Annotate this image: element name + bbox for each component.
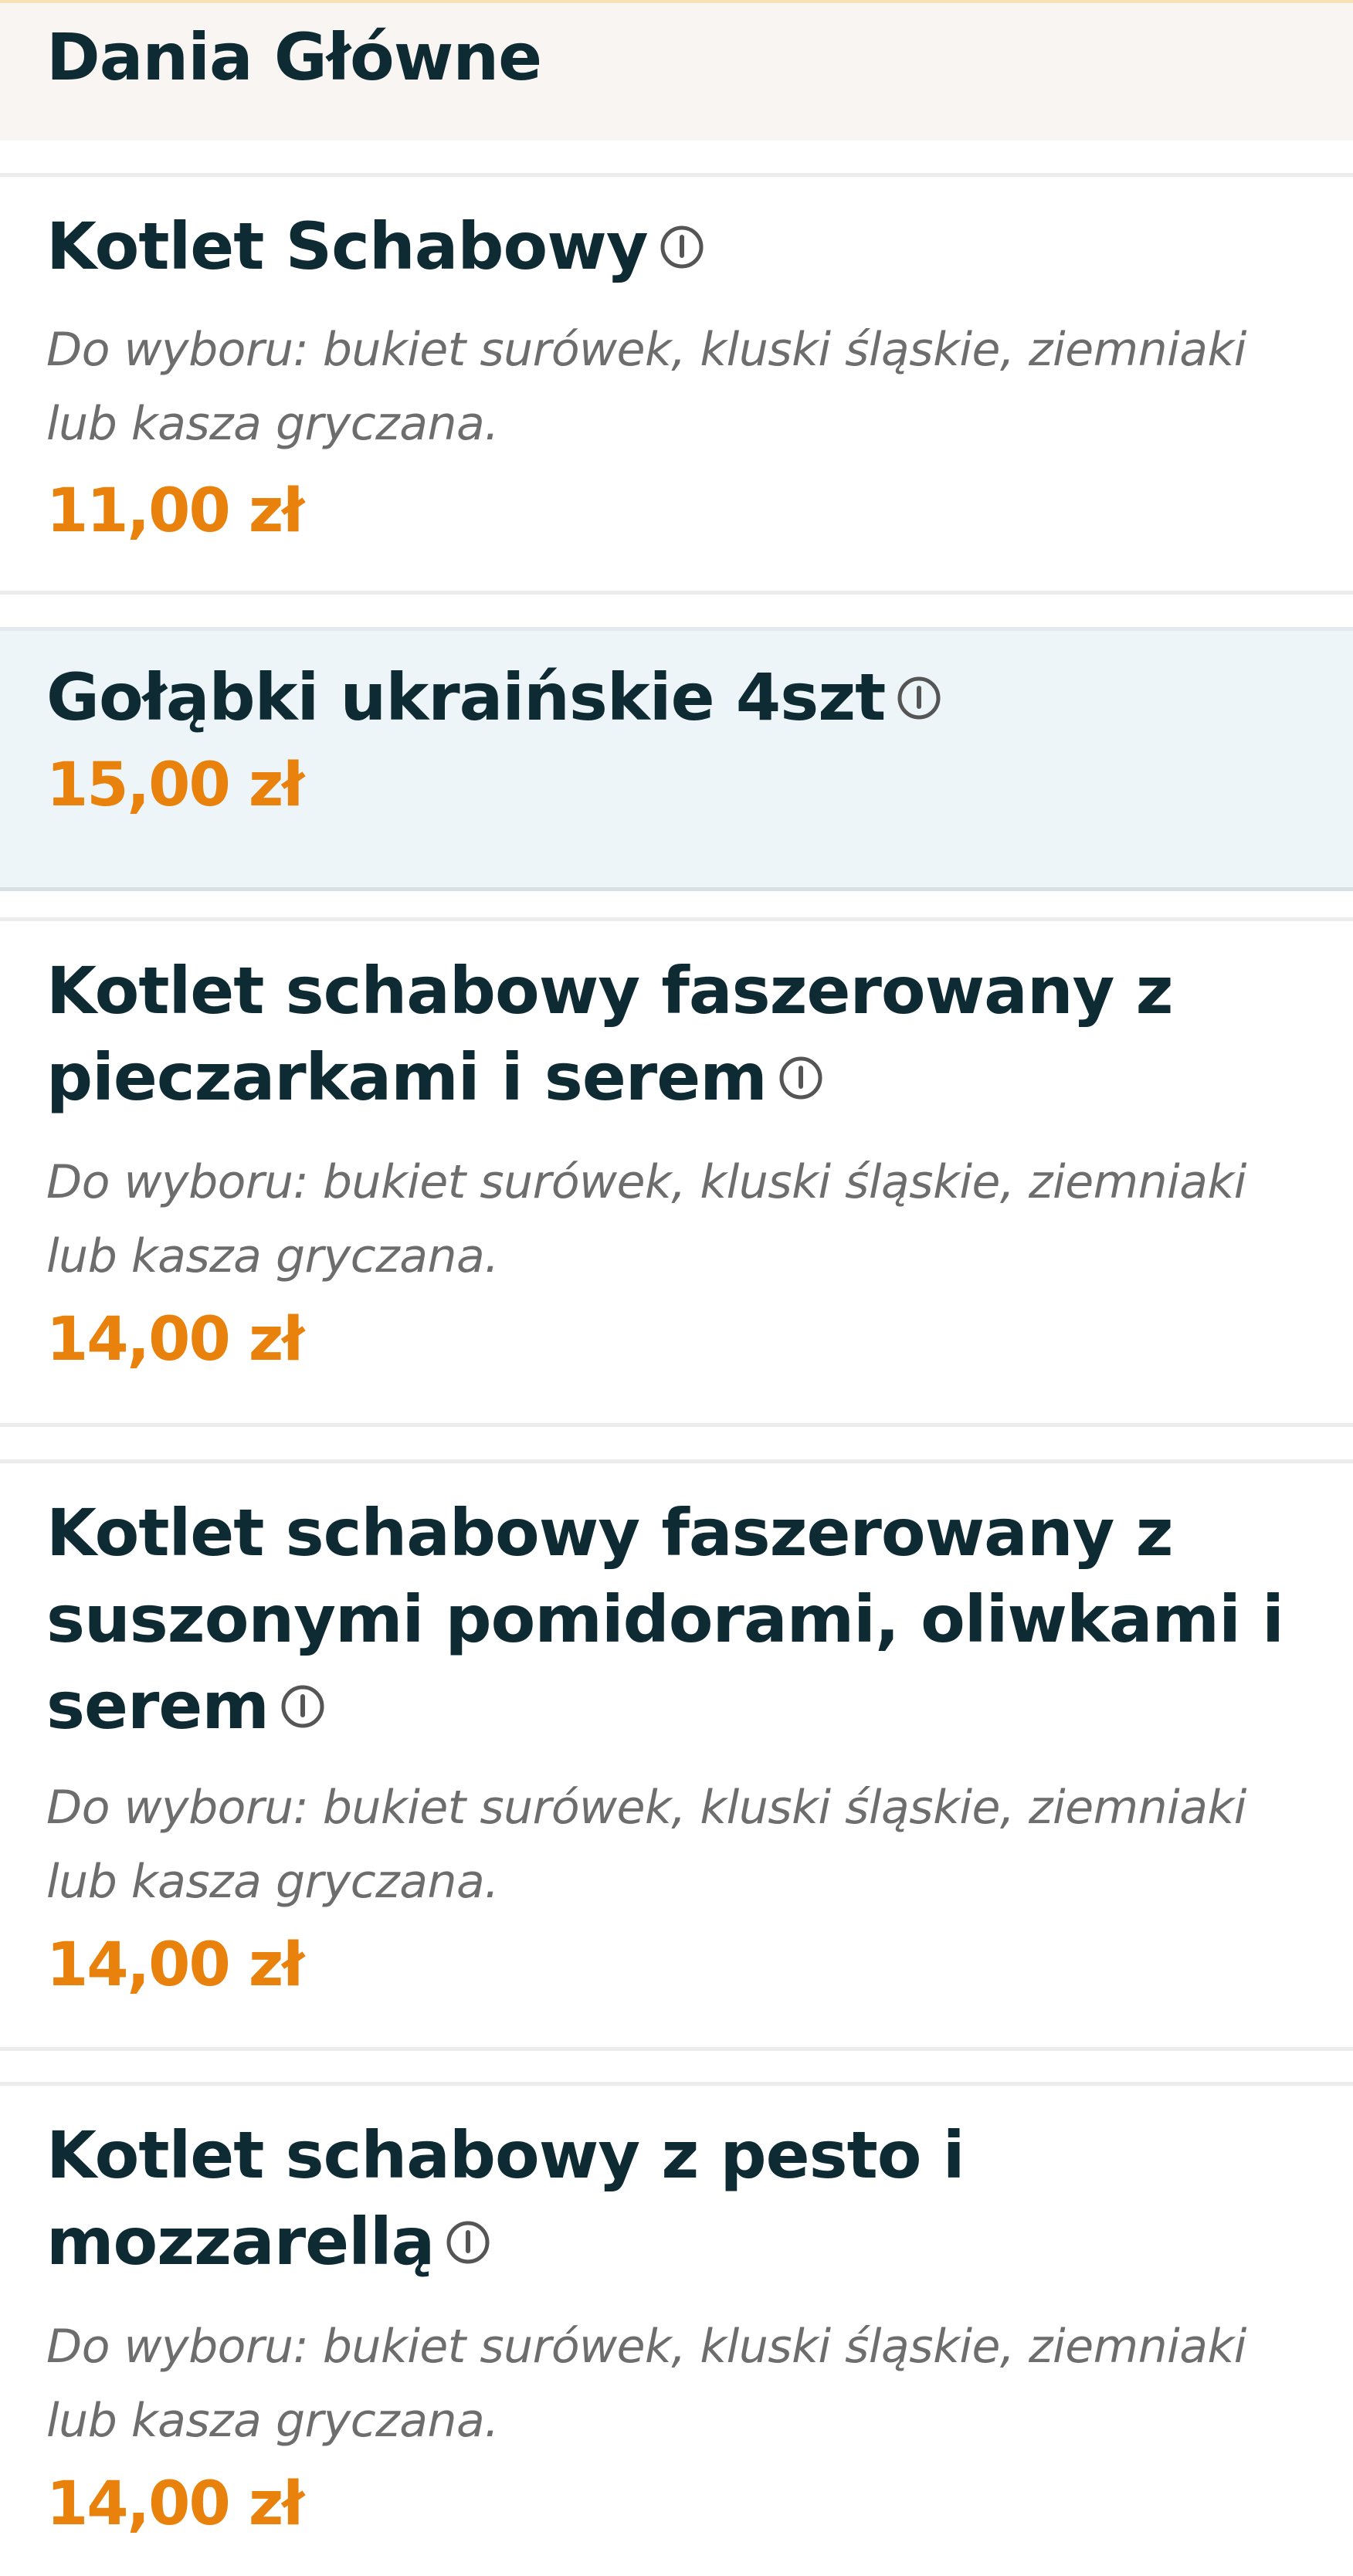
menu-item-price: 14,00 zł — [46, 2469, 304, 2539]
info-icon[interactable] — [445, 2219, 491, 2266]
menu-item[interactable]: Kotlet schabowy faszerowany z pieczarkam… — [0, 917, 1353, 1427]
info-icon[interactable] — [280, 1683, 326, 1730]
menu-item-price: 14,00 zł — [46, 1305, 304, 1374]
menu-item-price: 15,00 zł — [46, 751, 304, 820]
menu-item-name-wrapper: Gołąbki ukraińskie 4szt — [46, 654, 1328, 741]
menu-item-name: Kotlet schabowy faszerowany z pieczarkam… — [46, 953, 1174, 1115]
menu-item-description: Do wyboru: bukiet surówek, kluski śląski… — [46, 1155, 1246, 1283]
menu-item-name-wrapper: Kotlet schabowy faszerowany z suszonymi … — [46, 1490, 1328, 1749]
menu-item-description: Do wyboru: bukiet surówek, kluski śląski… — [46, 1781, 1246, 1909]
menu-item-name-wrapper: Kotlet schabowy z pesto i mozzarellą — [46, 2112, 1328, 2285]
category-header: Dania Główne — [0, 3, 1353, 141]
menu-item-name: Kotlet schabowy z pesto i mozzarellą — [46, 2117, 965, 2279]
menu-item-name: Kotlet Schabowy — [46, 208, 649, 284]
info-icon[interactable] — [659, 224, 705, 270]
menu-item-name: Gołąbki ukraińskie 4szt — [46, 659, 886, 735]
menu-item-price: 11,00 zł — [46, 476, 304, 546]
category-title: Dania Główne — [46, 19, 542, 95]
menu-item-name: Kotlet schabowy faszerowany z suszonymi … — [46, 1495, 1284, 1744]
menu-item-description: Do wyboru: bukiet surówek, kluski śląski… — [46, 2320, 1246, 2448]
menu-item-price: 14,00 zł — [46, 1930, 304, 2000]
menu-item-name-wrapper: Kotlet schabowy faszerowany z pieczarkam… — [46, 947, 1328, 1120]
menu-item[interactable]: Kotlet Schabowy Do wyboru: bukiet surówe… — [0, 173, 1353, 595]
menu-item-name-wrapper: Kotlet Schabowy — [46, 203, 1328, 290]
menu-item[interactable]: Kotlet schabowy faszerowany z suszonymi … — [0, 1459, 1353, 2051]
menu-item[interactable]: Kotlet schabowy z pesto i mozzarellą Do … — [0, 2082, 1353, 2576]
info-icon[interactable] — [778, 1055, 824, 1101]
info-icon[interactable] — [896, 675, 942, 721]
menu-item-description: Do wyboru: bukiet surówek, kluski śląski… — [46, 323, 1246, 451]
menu-item[interactable]: Gołąbki ukraińskie 4szt 15,00 zł — [0, 627, 1353, 891]
